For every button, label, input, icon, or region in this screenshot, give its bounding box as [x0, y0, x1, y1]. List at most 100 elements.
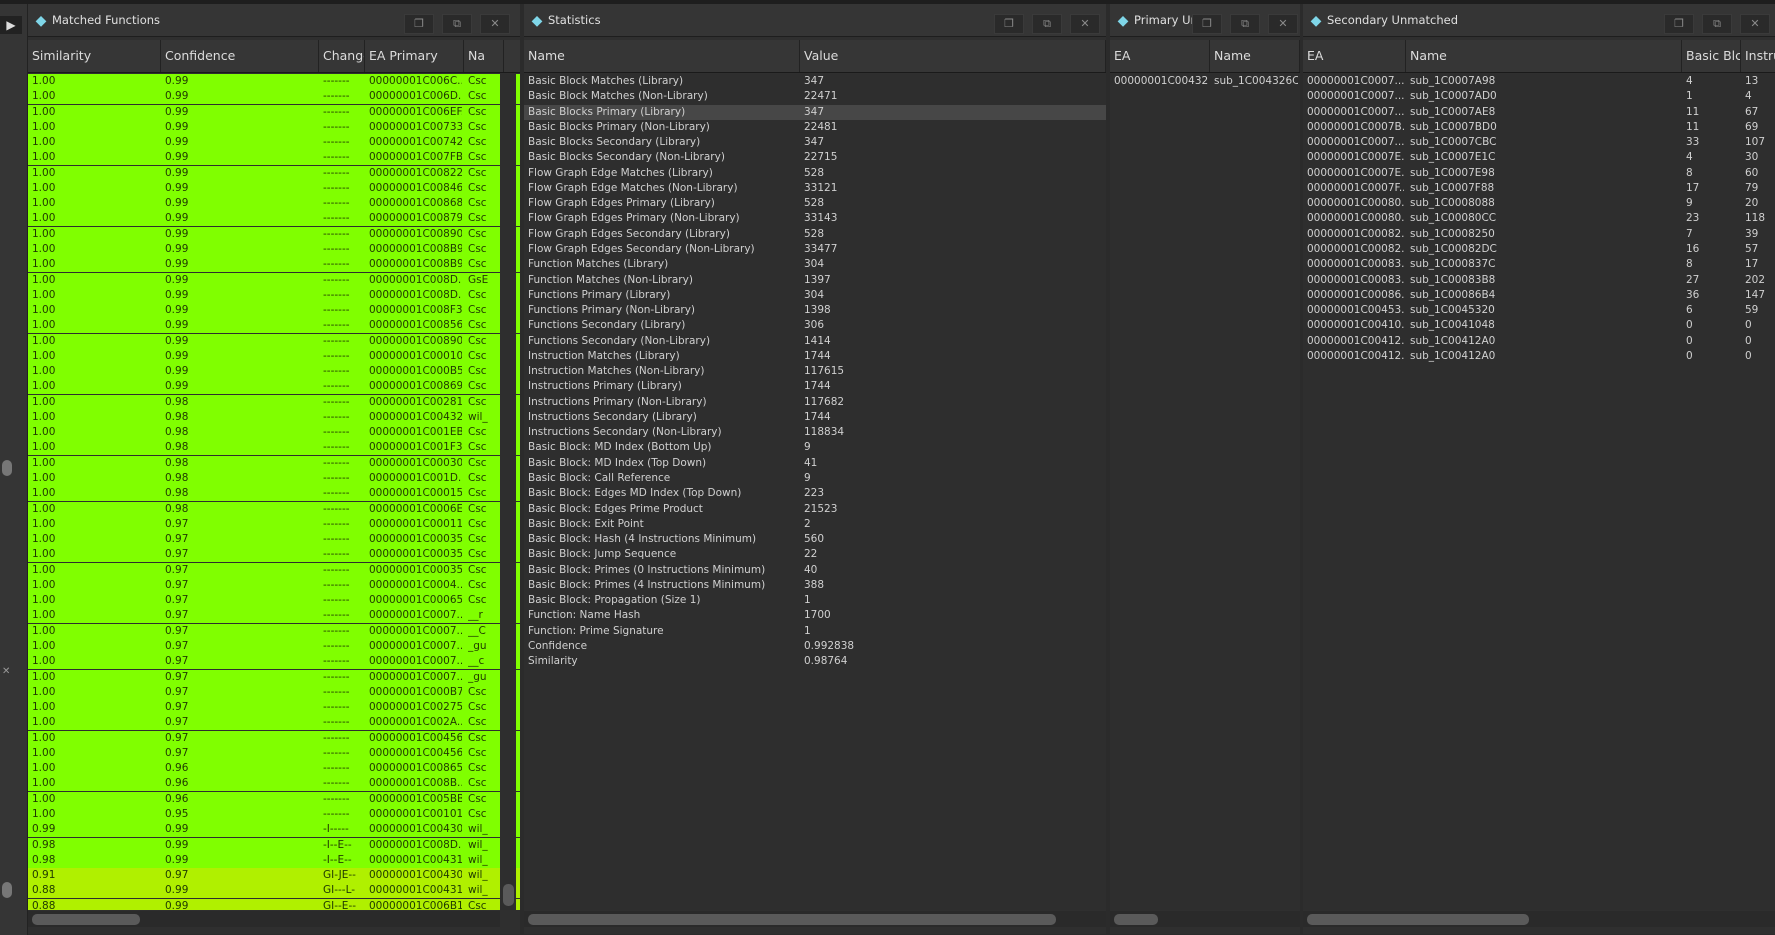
table-row[interactable]: 1.00 0.97 ------- 00000001C0007... __r — [28, 608, 520, 624]
table-row[interactable]: Flow Graph Edges Primary (Non-Library) 33… — [524, 211, 1106, 226]
table-row[interactable]: 00000001C00086... sub_1C00086B4 36 147 — [1303, 288, 1775, 303]
column-header-name[interactable]: Na — [464, 40, 504, 72]
table-row[interactable]: Function: Name Hash 1700 — [524, 608, 1106, 623]
table-row[interactable]: 1.00 0.97 ------- 00000001C000B7... Csc — [28, 684, 520, 700]
column-header-ea-primary[interactable]: EA Primary — [365, 40, 464, 72]
table-row[interactable]: 1.00 0.98 ------- 00000001C001D... Csc — [28, 471, 520, 487]
table-row[interactable]: 00000001C00432... sub_1C004326C — [1110, 74, 1300, 89]
table-row[interactable]: 1.00 0.98 ------- 00000001C00030... Csc — [28, 455, 520, 471]
float-button[interactable]: ❐ — [1664, 14, 1694, 34]
column-header-name[interactable]: Name — [524, 40, 800, 72]
table-row[interactable]: 1.00 0.99 ------- 00000001C00879... Csc — [28, 211, 520, 227]
scroll-thumb[interactable] — [503, 884, 514, 906]
table-row[interactable]: Basic Blocks Secondary (Library) 347 — [524, 135, 1106, 150]
table-row[interactable]: 1.00 0.99 ------- 00000001C00010... Csc — [28, 348, 520, 364]
table-row[interactable]: 1.00 0.97 ------- 00000001C00275... Csc — [28, 700, 520, 716]
table-row[interactable]: 1.00 0.99 ------- 00000001C006D... Csc — [28, 89, 520, 105]
table-row[interactable]: Functions Secondary (Library) 306 — [524, 318, 1106, 333]
table-row[interactable]: Basic Block: Primes (4 Instructions Mini… — [524, 578, 1106, 593]
column-header-basic-blocks[interactable]: Basic Blc — [1682, 40, 1741, 72]
table-row[interactable]: Basic Blocks Secondary (Non-Library) 2271… — [524, 150, 1106, 165]
column-header-confidence[interactable]: Confidence — [161, 40, 319, 72]
table-row[interactable]: Basic Block: Edges Prime Product 21523 — [524, 502, 1106, 517]
table-row[interactable]: 1.00 0.99 ------- 00000001C008B9... Csc — [28, 241, 520, 257]
table-row[interactable]: 1.00 0.99 ------- 00000001C00890... Csc — [28, 333, 520, 349]
column-header-name[interactable]: Name — [1406, 40, 1682, 72]
column-header-similarity[interactable]: Similarity — [28, 40, 161, 72]
panel-titlebar[interactable]: ◆ Primary Ur ❐ ⧉ ✕ — [1110, 4, 1300, 37]
table-row[interactable]: Basic Block: Hash (4 Instructions Minimu… — [524, 532, 1106, 547]
table-row[interactable]: 1.00 0.98 ------- 00000001C001EB... Csc — [28, 425, 520, 441]
table-row[interactable]: 1.00 0.97 ------- 00000001C00065... Csc — [28, 593, 520, 609]
table-row[interactable]: Basic Block: Primes (0 Instructions Mini… — [524, 563, 1106, 578]
table-row[interactable]: Flow Graph Edge Matches (Non-Library) 331… — [524, 181, 1106, 196]
table-row[interactable]: 1.00 0.99 ------- 00000001C00822... Csc — [28, 165, 520, 181]
table-row[interactable]: 1.00 0.99 ------- 00000001C006EF... Csc — [28, 104, 520, 120]
table-row[interactable]: Basic Block: MD Index (Top Down) 41 — [524, 456, 1106, 471]
table-row[interactable]: 1.00 0.98 ------- 00000001C00432... wil_ — [28, 409, 520, 425]
close-button[interactable]: ✕ — [480, 14, 510, 34]
table-row[interactable]: 1.00 0.97 ------- 00000001C0007... __c — [28, 654, 520, 670]
table-row[interactable]: Basic Block: Exit Point 2 — [524, 517, 1106, 532]
table-row[interactable]: Basic Block: Jump Sequence 22 — [524, 547, 1106, 562]
horizontal-scrollbar[interactable] — [524, 911, 1106, 927]
table-row[interactable]: 00000001C0007... sub_1C0007CBC 33 107 — [1303, 135, 1775, 150]
scroll-thumb[interactable] — [1114, 914, 1158, 925]
close-button[interactable]: ✕ — [1070, 14, 1100, 34]
table-row[interactable]: Flow Graph Edges Secondary (Library) 528 — [524, 227, 1106, 242]
table-row[interactable]: 00000001C00410... sub_1C0041048 0 0 — [1303, 318, 1775, 333]
table-row[interactable]: 1.00 0.97 ------- 00000001C0007... _gu — [28, 669, 520, 685]
splitter-handle[interactable] — [2, 460, 12, 476]
table-row[interactable]: 1.00 0.97 ------- 00000001C00035... Csc — [28, 547, 520, 563]
table-row[interactable]: 1.00 0.97 ------- 00000001C002A... Csc — [28, 715, 520, 731]
table-row[interactable]: Similarity 0.98764 — [524, 654, 1106, 669]
scroll-thumb[interactable] — [528, 914, 1056, 925]
table-row[interactable]: Flow Graph Edges Primary (Library) 528 — [524, 196, 1106, 211]
table-row[interactable]: 1.00 0.99 ------- 00000001C00846... Csc — [28, 180, 520, 196]
table-row[interactable]: 1.00 0.98 ------- 00000001C001F3... Csc — [28, 440, 520, 456]
vertical-scrollbar[interactable] — [500, 74, 516, 910]
panel-titlebar[interactable]: ◆ Statistics ❐ ⧉ ✕ — [524, 4, 1106, 37]
table-row[interactable]: 0.99 0.99 -I----- 00000001C00430... wil_ — [28, 822, 520, 838]
float-button[interactable]: ❐ — [994, 14, 1024, 34]
splitter-handle-bottom[interactable] — [2, 882, 12, 898]
float-button[interactable]: ❐ — [1192, 14, 1222, 34]
table-row[interactable]: Instructions Secondary (Non-Library) 1188… — [524, 425, 1106, 440]
table-row[interactable]: 00000001C0007E... sub_1C0007E1C 4 30 — [1303, 150, 1775, 165]
table-row[interactable]: 1.00 0.96 ------- 00000001C008B... Csc — [28, 776, 520, 792]
table-row[interactable]: 0.98 0.99 -I--E-- 00000001C008D... wil_ — [28, 837, 520, 853]
horizontal-scrollbar[interactable] — [1303, 911, 1775, 927]
table-row[interactable]: 1.00 0.99 ------- 00000001C00890... Csc — [28, 226, 520, 242]
table-row[interactable]: 1.00 0.97 ------- 00000001C0004... Csc — [28, 577, 520, 593]
horizontal-scrollbar[interactable] — [1110, 911, 1300, 927]
table-row[interactable]: Flow Graph Edges Secondary (Non-Library)… — [524, 242, 1106, 257]
scroll-thumb[interactable] — [32, 914, 140, 925]
table-row[interactable]: 1.00 0.96 ------- 00000001C00865... Csc — [28, 761, 520, 777]
restore-button[interactable]: ⧉ — [1032, 14, 1062, 34]
table-row[interactable]: 00000001C00082... sub_1C00082DC 16 57 — [1303, 242, 1775, 257]
table-row[interactable]: 00000001C0007F... sub_1C0007F88 17 79 — [1303, 181, 1775, 196]
table-row[interactable]: Confidence 0.992838 — [524, 639, 1106, 654]
close-button[interactable]: ✕ — [1268, 14, 1298, 34]
table-row[interactable]: Instructions Secondary (Library) 1744 — [524, 410, 1106, 425]
table-row[interactable]: 1.00 0.98 ------- 00000001C0006E... Csc — [28, 501, 520, 517]
table-row[interactable]: 1.00 0.99 ------- 00000001C008D... GsE — [28, 272, 520, 288]
table-row[interactable]: Functions Primary (Library) 304 — [524, 288, 1106, 303]
table-row[interactable]: 0.98 0.99 -I--E-- 00000001C00431... wil_ — [28, 852, 520, 868]
horizontal-scrollbar[interactable] — [28, 911, 500, 927]
table-row[interactable]: 00000001C0007... sub_1C0007A98 4 13 — [1303, 74, 1775, 89]
table-row[interactable]: 00000001C00412... sub_1C00412A0 0 0 — [1303, 349, 1775, 364]
close-button[interactable]: ✕ — [1740, 14, 1770, 34]
table-row[interactable]: 00000001C00453... sub_1C0045320 6 59 — [1303, 303, 1775, 318]
table-row[interactable]: 00000001C0007... sub_1C0007AE8 11 67 — [1303, 105, 1775, 120]
table-row[interactable]: 00000001C00080... sub_1C0008088 9 20 — [1303, 196, 1775, 211]
float-button[interactable]: ❐ — [404, 14, 434, 34]
table-row[interactable]: Function Matches (Non-Library) 1397 — [524, 273, 1106, 288]
table-row[interactable]: Flow Graph Edge Matches (Library) 528 — [524, 166, 1106, 181]
table-row[interactable]: Functions Secondary (Non-Library) 1414 — [524, 334, 1106, 349]
column-header-change[interactable]: Change — [319, 40, 365, 72]
table-row[interactable]: 00000001C00082... sub_1C0008250 7 39 — [1303, 227, 1775, 242]
table-row[interactable]: 1.00 0.99 ------- 00000001C008F3... Csc — [28, 303, 520, 319]
table-row[interactable]: 1.00 0.99 ------- 00000001C007FB... Csc — [28, 150, 520, 166]
table-row[interactable]: Function Matches (Library) 304 — [524, 257, 1106, 272]
